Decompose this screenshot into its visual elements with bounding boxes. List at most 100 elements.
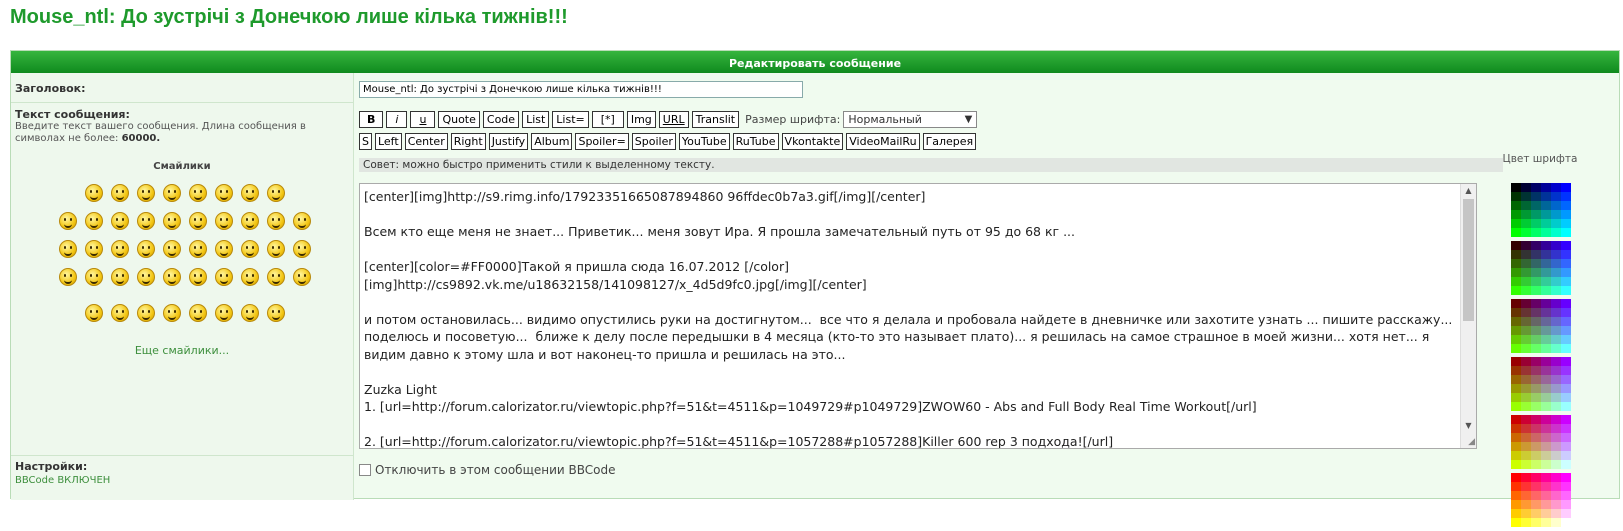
color-swatch[interactable]: [1551, 375, 1561, 384]
color-swatch[interactable]: [1561, 393, 1571, 402]
color-swatch[interactable]: [1541, 384, 1551, 393]
toolbar-button-1[interactable]: i: [386, 111, 408, 128]
smiley-icon[interactable]: [241, 184, 259, 202]
color-swatch[interactable]: [1551, 451, 1561, 460]
color-swatch[interactable]: [1511, 241, 1521, 250]
color-swatch[interactable]: [1511, 433, 1521, 442]
toolbar-button-0[interactable]: B: [359, 111, 384, 128]
color-swatch[interactable]: [1521, 344, 1531, 353]
color-swatch[interactable]: [1531, 424, 1541, 433]
smiley-icon[interactable]: [189, 184, 207, 202]
color-swatch[interactable]: [1561, 326, 1571, 335]
toolbar2-button-3[interactable]: Right: [450, 133, 486, 150]
color-swatch[interactable]: [1531, 268, 1541, 277]
color-swatch[interactable]: [1551, 424, 1561, 433]
color-swatch[interactable]: [1521, 433, 1531, 442]
color-swatch[interactable]: [1561, 366, 1571, 375]
color-swatch[interactable]: [1561, 299, 1571, 308]
color-swatch[interactable]: [1561, 228, 1571, 237]
color-swatch[interactable]: [1511, 460, 1521, 469]
color-swatch[interactable]: [1511, 299, 1521, 308]
color-swatch[interactable]: [1511, 344, 1521, 353]
smiley-icon[interactable]: [241, 304, 259, 322]
color-swatch[interactable]: [1561, 518, 1571, 527]
color-swatch[interactable]: [1551, 228, 1561, 237]
smiley-icon[interactable]: [59, 240, 77, 258]
smiley-icon[interactable]: [215, 268, 233, 286]
color-swatch[interactable]: [1541, 299, 1551, 308]
color-swatch[interactable]: [1521, 366, 1531, 375]
color-swatch[interactable]: [1531, 219, 1541, 228]
color-swatch[interactable]: [1561, 344, 1571, 353]
color-swatch[interactable]: [1561, 268, 1571, 277]
toolbar2-button-2[interactable]: Center: [404, 133, 448, 150]
color-swatch[interactable]: [1541, 228, 1551, 237]
smiley-icon[interactable]: [267, 184, 285, 202]
color-swatch[interactable]: [1561, 415, 1571, 424]
color-swatch[interactable]: [1541, 357, 1551, 366]
smiley-icon[interactable]: [215, 304, 233, 322]
scroll-down-icon[interactable]: ▼: [1461, 421, 1476, 430]
color-swatch[interactable]: [1511, 415, 1521, 424]
color-swatch[interactable]: [1531, 210, 1541, 219]
color-swatch[interactable]: [1541, 326, 1551, 335]
color-swatch[interactable]: [1531, 442, 1541, 451]
smiley-icon[interactable]: [215, 240, 233, 258]
color-swatch[interactable]: [1511, 308, 1521, 317]
color-swatch[interactable]: [1551, 268, 1561, 277]
color-swatch[interactable]: [1531, 183, 1541, 192]
color-swatch[interactable]: [1551, 402, 1561, 411]
color-swatch[interactable]: [1551, 344, 1561, 353]
color-swatch[interactable]: [1521, 509, 1531, 518]
color-swatch[interactable]: [1541, 250, 1551, 259]
color-swatch[interactable]: [1531, 259, 1541, 268]
color-swatch[interactable]: [1551, 509, 1561, 518]
subject-input[interactable]: Mouse_ntl: До зустрічі з Донечкою лише к…: [359, 81, 803, 98]
color-swatch[interactable]: [1521, 518, 1531, 527]
color-swatch[interactable]: [1561, 241, 1571, 250]
smiley-icon[interactable]: [163, 240, 181, 258]
smiley-icon[interactable]: [111, 212, 129, 230]
color-swatch[interactable]: [1551, 326, 1561, 335]
color-swatch[interactable]: [1521, 442, 1531, 451]
smiley-icon[interactable]: [85, 240, 103, 258]
color-swatch[interactable]: [1531, 308, 1541, 317]
color-swatch[interactable]: [1521, 326, 1531, 335]
smiley-icon[interactable]: [111, 304, 129, 322]
color-swatch[interactable]: [1561, 335, 1571, 344]
font-size-select[interactable]: Нормальный ▼: [843, 111, 978, 128]
color-swatch[interactable]: [1521, 219, 1531, 228]
color-swatch[interactable]: [1561, 183, 1571, 192]
smiley-icon[interactable]: [111, 184, 129, 202]
color-swatch[interactable]: [1521, 317, 1531, 326]
color-swatch[interactable]: [1511, 201, 1521, 210]
color-swatch[interactable]: [1531, 192, 1541, 201]
smiley-icon[interactable]: [85, 268, 103, 286]
toolbar-button-8[interactable]: Img: [626, 111, 656, 128]
color-swatch[interactable]: [1541, 192, 1551, 201]
color-swatch[interactable]: [1541, 500, 1551, 509]
smiley-icon[interactable]: [59, 268, 77, 286]
color-swatch[interactable]: [1551, 192, 1561, 201]
color-swatch[interactable]: [1531, 201, 1541, 210]
color-swatch[interactable]: [1561, 317, 1571, 326]
color-swatch[interactable]: [1561, 442, 1571, 451]
color-swatch[interactable]: [1561, 250, 1571, 259]
smiley-icon[interactable]: [137, 240, 155, 258]
color-swatch[interactable]: [1521, 250, 1531, 259]
smiley-icon[interactable]: [137, 268, 155, 286]
color-swatch[interactable]: [1521, 210, 1531, 219]
color-swatch[interactable]: [1521, 415, 1531, 424]
color-swatch[interactable]: [1521, 299, 1531, 308]
color-swatch[interactable]: [1511, 192, 1521, 201]
color-swatch[interactable]: [1561, 433, 1571, 442]
editor-scrollbar[interactable]: ▲ ▼: [1460, 184, 1476, 448]
color-swatch[interactable]: [1551, 442, 1561, 451]
color-swatch[interactable]: [1561, 451, 1571, 460]
color-swatch[interactable]: [1551, 286, 1561, 295]
color-swatch[interactable]: [1531, 473, 1541, 482]
color-swatch[interactable]: [1521, 277, 1531, 286]
color-swatch[interactable]: [1561, 473, 1571, 482]
color-swatch[interactable]: [1541, 402, 1551, 411]
toolbar-button-9[interactable]: URL: [658, 111, 689, 128]
